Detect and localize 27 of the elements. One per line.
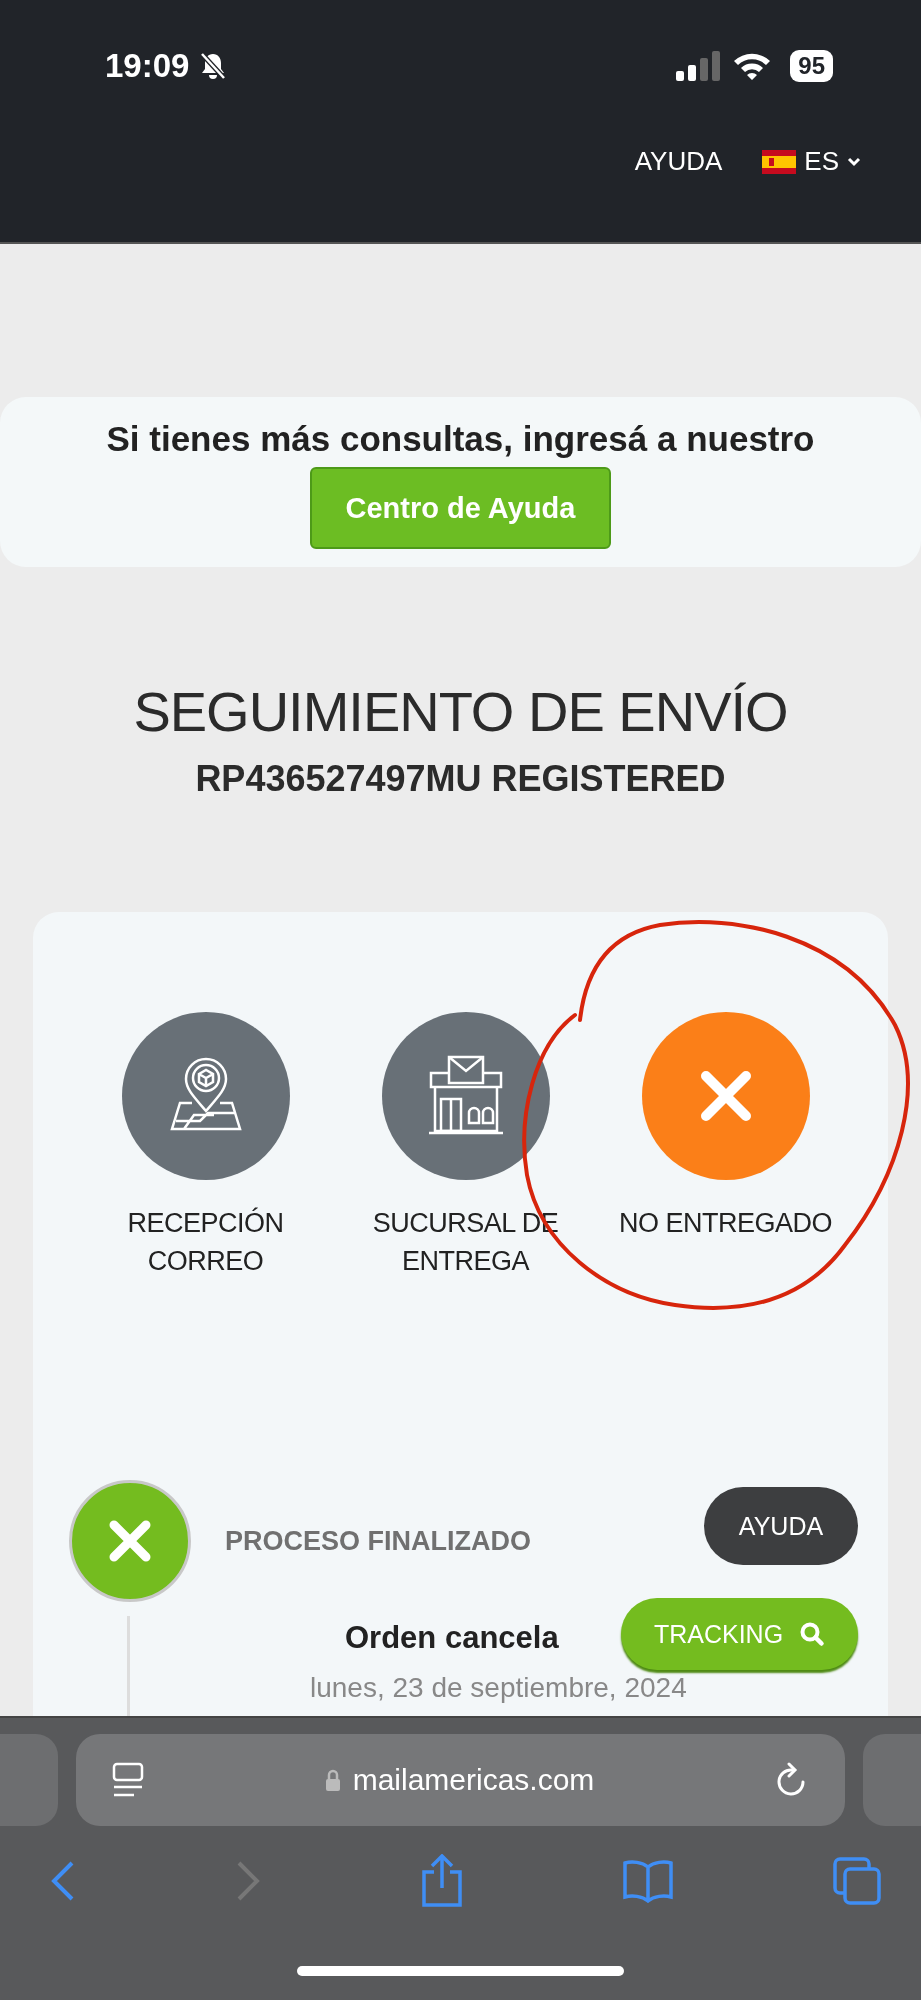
event-title: Orden cancela — [345, 1620, 559, 1656]
language-selector[interactable]: ES — [762, 146, 861, 177]
flag-icon — [762, 149, 797, 174]
step-label: RECEPCIÓN CORREO — [126, 1206, 285, 1278]
process-status: PROCESO FINALIZADO — [225, 1525, 531, 1557]
back-icon[interactable] — [50, 1859, 76, 1903]
share-icon[interactable] — [419, 1854, 464, 1908]
reader-icon — [112, 1762, 144, 1798]
bell-muted-icon — [199, 51, 228, 81]
help-button[interactable]: AYUDA — [704, 1487, 858, 1565]
tracking-number: RP436527497MU REGISTERED — [194, 758, 727, 800]
page-title: SEGUIMIENTO DE ENVÍO — [132, 679, 789, 744]
url-text: mailamericas.com — [352, 1763, 595, 1797]
event-date: lunes, 23 de septiembre, 2024 — [310, 1672, 687, 1704]
battery-indicator: 95 — [790, 50, 833, 82]
address-bar[interactable]: mailamericas.com — [76, 1734, 845, 1826]
wifi-icon — [732, 51, 773, 81]
help-link[interactable]: AYUDA — [634, 146, 723, 177]
clock: 19:09 — [105, 47, 190, 85]
signal-icon — [676, 51, 723, 81]
caret-icon — [847, 156, 861, 167]
tabs-icon[interactable] — [833, 1857, 881, 1905]
book-icon[interactable] — [622, 1859, 675, 1903]
search-icon — [799, 1621, 826, 1647]
step-label: NO ENTREGADO — [618, 1207, 833, 1240]
lock-icon — [324, 1769, 341, 1791]
banner-text: Si tienes más consultas, ingresá a nuestro — [106, 419, 815, 459]
